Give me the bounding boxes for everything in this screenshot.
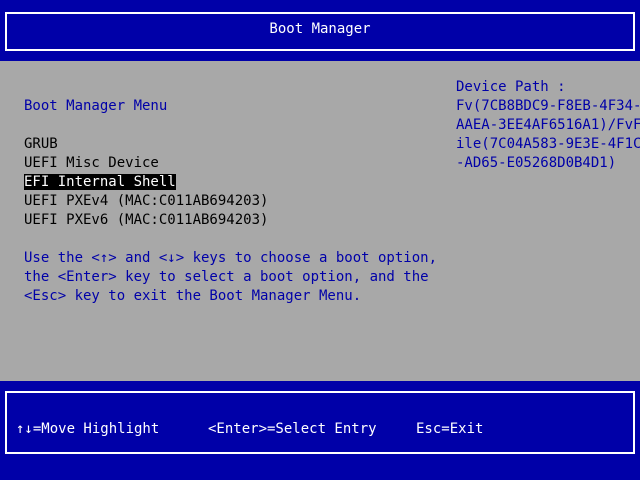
footer-select-hint: <Enter>=Select Entry bbox=[208, 421, 377, 437]
help-line: the <Enter> key to select a boot option,… bbox=[24, 269, 429, 285]
boot-option-uefi-pxev6[interactable]: UEFI PXEv6 (MAC:C011AB694203) bbox=[24, 211, 268, 230]
boot-option-label: EFI Internal Shell bbox=[24, 174, 176, 190]
boot-option-label: UEFI PXEv6 (MAC:C011AB694203) bbox=[24, 212, 269, 228]
footer-move-hint: ↑↓=Move Highlight bbox=[16, 421, 160, 437]
help-line: <Esc> key to exit the Boot Manager Menu. bbox=[24, 288, 362, 304]
boot-option-grub[interactable]: GRUB bbox=[24, 135, 268, 154]
menu-title: Boot Manager Menu bbox=[24, 98, 168, 114]
boot-option-label: UEFI Misc Device bbox=[24, 155, 159, 171]
device-path-line: ile(7C04A583-9E3E-4F1C bbox=[456, 136, 640, 152]
device-path-label: Device Path : bbox=[456, 79, 566, 95]
device-path-line: -AD65-E05268D0B4D1) bbox=[456, 155, 617, 171]
boot-option-label: UEFI PXEv4 (MAC:C011AB694203) bbox=[24, 193, 269, 209]
device-path-panel: Device Path : Fv(7CB8BDC9-F8EB-4F34- AAE… bbox=[456, 78, 640, 173]
footer-exit-hint: Esc=Exit bbox=[416, 421, 484, 437]
boot-option-label: GRUB bbox=[24, 136, 58, 152]
device-path-line: AAEA-3EE4AF6516A1)/FvF bbox=[456, 117, 640, 133]
help-text: Use the <↑> and <↓> keys to choose a boo… bbox=[24, 249, 437, 306]
boot-option-uefi-pxev4[interactable]: UEFI PXEv4 (MAC:C011AB694203) bbox=[24, 192, 268, 211]
boot-option-efi-internal-shell[interactable]: EFI Internal Shell bbox=[24, 173, 268, 192]
page-title: Boot Manager bbox=[269, 21, 371, 37]
boot-option-list: GRUB UEFI Misc Device EFI Internal Shell… bbox=[24, 135, 268, 230]
help-line: Use the <↑> and <↓> keys to choose a boo… bbox=[24, 250, 438, 266]
device-path-line: Fv(7CB8BDC9-F8EB-4F34- bbox=[456, 98, 640, 114]
boot-option-uefi-misc-device[interactable]: UEFI Misc Device bbox=[24, 154, 268, 173]
